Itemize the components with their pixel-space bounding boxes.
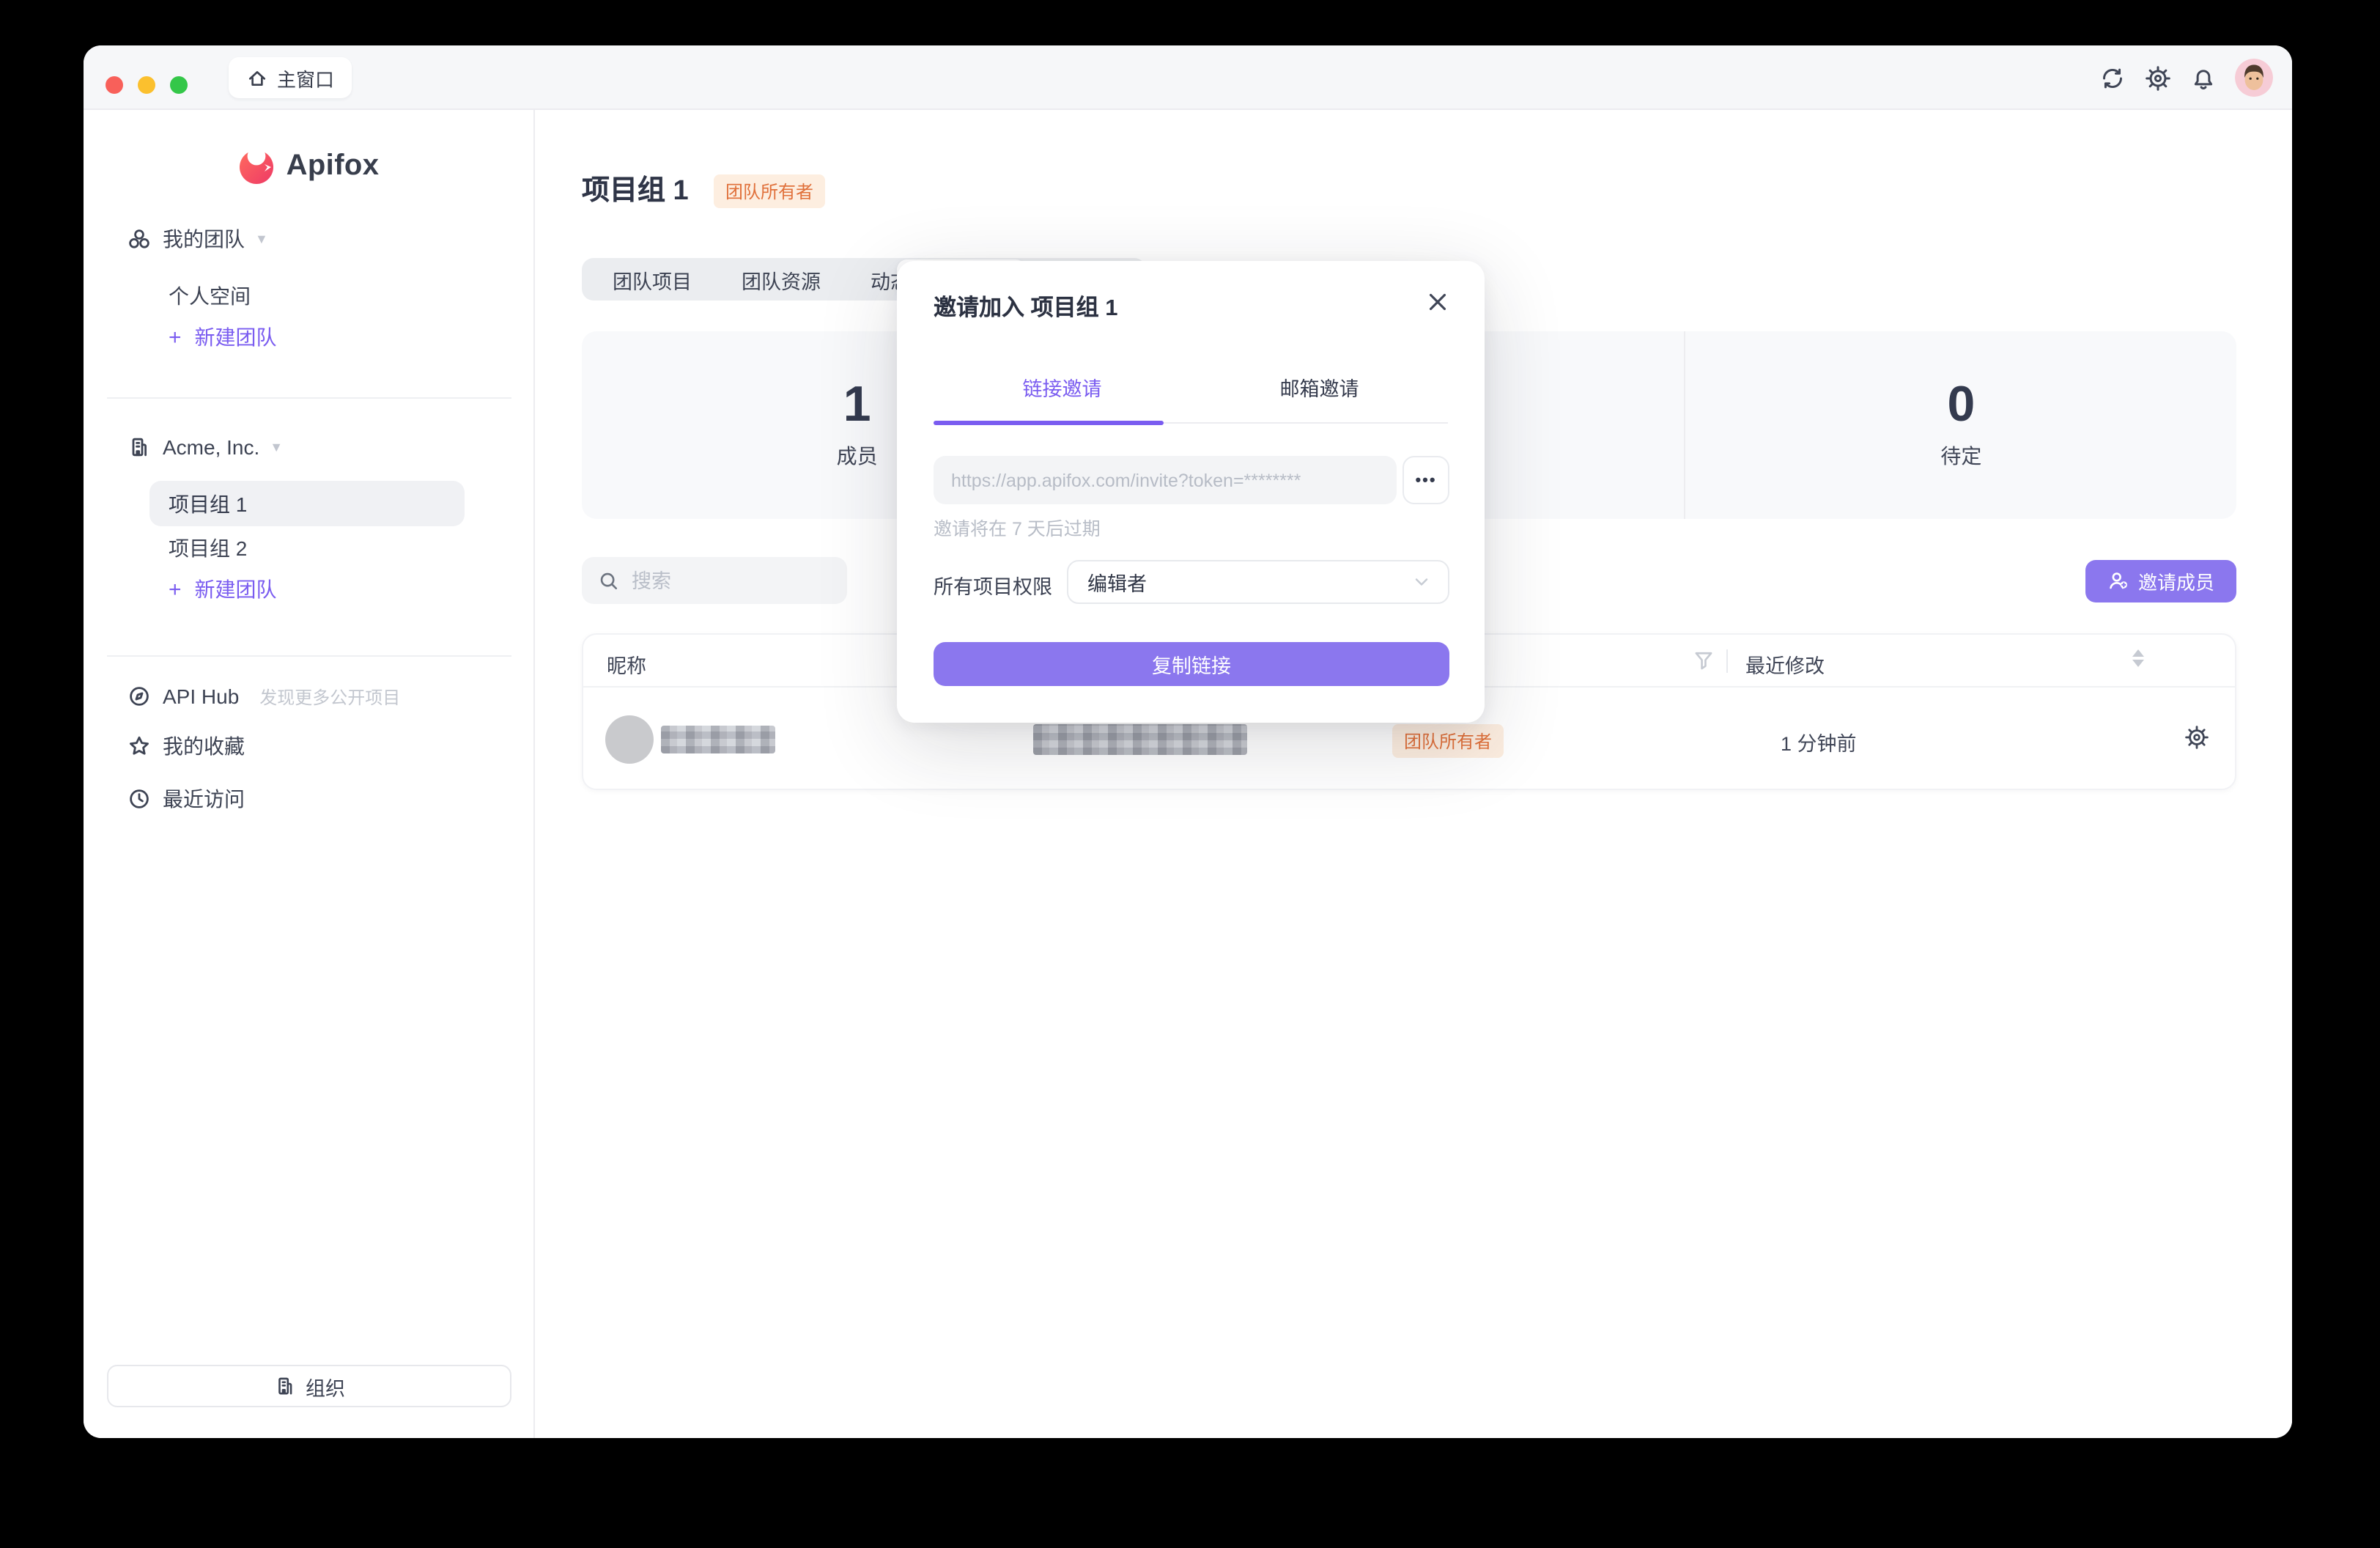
app-window: 主窗口	[84, 45, 2292, 1438]
tab-email-invite[interactable]: 邮箱邀请	[1191, 364, 1448, 410]
caret-down-icon: ▼	[270, 440, 283, 454]
brand: Apifox	[84, 145, 533, 186]
compass-icon	[128, 685, 151, 708]
tab-team-resources[interactable]: 团队资源	[717, 265, 846, 294]
stat-pending-value: 0	[1947, 380, 1975, 430]
active-tab-indicator	[934, 421, 1164, 424]
person-add-icon	[2107, 570, 2129, 592]
api-hub-hint: 发现更多公开项目	[259, 684, 400, 709]
modal-title: 邀请加入 项目组 1	[934, 290, 1117, 322]
modified-column-header: 最近修改	[1745, 649, 1825, 679]
permission-value: 编辑者	[1087, 567, 1147, 597]
bell-icon	[2190, 65, 2215, 90]
stat-members-label: 成员	[837, 441, 878, 471]
member-role-badge: 团队所有者	[1392, 724, 1504, 758]
permission-select[interactable]: 编辑者	[1067, 560, 1449, 604]
more-options-button[interactable]: •••	[1402, 456, 1449, 504]
group-label: 项目组 2	[169, 534, 247, 563]
plus-icon: +	[169, 577, 182, 602]
star-icon	[128, 734, 151, 758]
sidebar-item-label: 我的团队	[163, 224, 245, 254]
sidebar-divider	[107, 655, 511, 657]
group-label: 项目组 1	[169, 489, 247, 518]
apifox-logo-icon	[238, 147, 276, 185]
close-window-button[interactable]	[106, 76, 123, 94]
sync-icon	[2099, 65, 2124, 90]
invite-modal: 邀请加入 项目组 1 链接邀请 邮箱邀请 ••• 邀请将在 7 天后过期 所有项…	[897, 261, 1485, 723]
search-input[interactable]	[632, 570, 808, 591]
minimize-window-button[interactable]	[138, 76, 155, 94]
header-divider	[1726, 649, 1728, 673]
sidebar-divider	[107, 397, 511, 399]
user-avatar[interactable]	[2235, 59, 2273, 97]
sidebar-item-group-1[interactable]: 项目组 1	[149, 481, 465, 526]
new-team-label: 新建团队	[195, 575, 277, 604]
member-email-redacted	[1033, 724, 1247, 755]
member-avatar	[605, 715, 654, 764]
sort-icon[interactable]	[2132, 649, 2144, 667]
sidebar-item-label: 我的收藏	[163, 731, 245, 761]
new-team-label: 新建团队	[195, 322, 277, 352]
chevron-down-icon	[1411, 572, 1432, 592]
notifications-button[interactable]	[2189, 64, 2216, 91]
stat-members-value: 1	[843, 380, 871, 430]
member-settings-icon[interactable]	[2185, 726, 2209, 749]
main-window-tab[interactable]: 主窗口	[229, 57, 352, 98]
role-badge: 团队所有者	[714, 174, 825, 208]
sidebar: Apifox 我的团队 ▼ 个人空间 + 新建团队	[84, 110, 535, 1438]
sidebar-item-favorites[interactable]: 我的收藏	[84, 726, 533, 767]
sidebar-item-my-team[interactable]: 我的团队 ▼	[84, 218, 533, 259]
org-name: Acme, Inc.	[163, 435, 259, 459]
sidebar-item-label: API Hub	[163, 685, 239, 708]
stat-pending: 0 待定	[1685, 331, 2236, 519]
titlebar: 主窗口	[84, 45, 2292, 110]
sidebar-new-team-top[interactable]: + 新建团队	[84, 317, 533, 358]
brand-name: Apifox	[287, 149, 380, 183]
organization-button[interactable]: 组织	[107, 1365, 511, 1407]
main-window-tab-label: 主窗口	[277, 64, 334, 92]
filter-icon[interactable]	[1693, 649, 1715, 671]
member-search	[582, 557, 847, 604]
sidebar-item-label: 最近访问	[163, 784, 245, 814]
building-icon	[128, 435, 151, 459]
tab-team-projects[interactable]: 团队项目	[588, 265, 717, 294]
zoom-window-button[interactable]	[170, 76, 188, 94]
search-icon	[598, 570, 620, 591]
stat-pending-label: 待定	[1940, 441, 1981, 471]
team-icon	[128, 227, 151, 251]
avatar-memoji-icon	[2235, 59, 2273, 97]
page-title: 项目组 1	[582, 169, 689, 208]
sidebar-item-api-hub[interactable]: API Hub 发现更多公开项目	[84, 676, 533, 717]
building-icon	[273, 1375, 295, 1397]
tab-link-invite[interactable]: 链接邀请	[934, 364, 1191, 410]
sidebar-item-organization[interactable]: Acme, Inc. ▼	[84, 427, 533, 468]
plus-icon: +	[169, 325, 182, 350]
expiry-note: 邀请将在 7 天后过期	[934, 513, 1101, 541]
close-icon[interactable]	[1424, 289, 1451, 315]
nickname-column-header: 昵称	[607, 649, 646, 679]
sidebar-item-personal-space[interactable]: 个人空间	[84, 276, 533, 317]
sync-button[interactable]	[2099, 64, 2125, 91]
gear-icon	[2145, 65, 2170, 90]
copy-link-button[interactable]: 复制链接	[934, 642, 1449, 686]
invite-member-label: 邀请成员	[2138, 567, 2214, 595]
modal-tabs: 链接邀请 邮箱邀请	[934, 364, 1448, 410]
sidebar-item-label: 个人空间	[169, 281, 251, 311]
sidebar-item-group-2[interactable]: 项目组 2	[84, 528, 533, 569]
permission-label: 所有项目权限	[934, 570, 1052, 600]
clock-icon	[128, 787, 151, 811]
caret-down-icon: ▼	[255, 232, 268, 246]
invite-member-button[interactable]: 邀请成员	[2085, 560, 2236, 602]
sidebar-item-recent[interactable]: 最近访问	[84, 778, 533, 819]
member-name-redacted	[661, 726, 775, 753]
organization-button-label: 组织	[306, 1371, 345, 1401]
home-icon	[246, 67, 268, 89]
invite-link-input[interactable]	[934, 456, 1397, 504]
sidebar-new-team-bottom[interactable]: + 新建团队	[84, 569, 533, 610]
member-modified-time: 1 分钟前	[1781, 727, 1857, 756]
settings-button[interactable]	[2144, 64, 2170, 91]
